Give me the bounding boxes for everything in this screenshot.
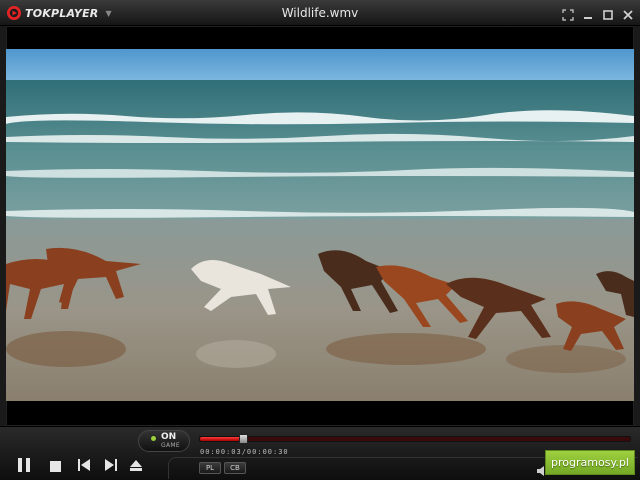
game-label: GAME bbox=[161, 442, 180, 449]
window-controls bbox=[562, 6, 634, 21]
eject-button[interactable] bbox=[128, 458, 144, 472]
maximize-icon[interactable] bbox=[602, 6, 614, 20]
volume-icon[interactable] bbox=[537, 461, 545, 480]
on-label: ON bbox=[161, 432, 177, 442]
eject-icon bbox=[130, 459, 142, 471]
fullscreen-icon[interactable] bbox=[562, 6, 574, 21]
on-game-button[interactable]: ON GAME bbox=[138, 430, 190, 452]
seek-thumb[interactable] bbox=[239, 434, 248, 444]
pause-icon bbox=[18, 458, 30, 472]
cb-button[interactable]: CB bbox=[224, 462, 246, 474]
seek-progress bbox=[200, 437, 243, 441]
close-icon[interactable] bbox=[622, 6, 634, 20]
stop-button[interactable] bbox=[47, 459, 63, 473]
timecode: 00:00:03/00:00:30 bbox=[200, 448, 289, 456]
video-frame-image[interactable] bbox=[6, 49, 634, 401]
pause-button[interactable] bbox=[14, 455, 34, 475]
watermark-badge: programosy.pl bbox=[545, 450, 635, 475]
next-button[interactable] bbox=[103, 458, 119, 472]
stop-icon bbox=[49, 460, 61, 472]
on-indicator-icon bbox=[151, 436, 156, 441]
previous-button[interactable] bbox=[76, 458, 92, 472]
next-icon bbox=[105, 459, 117, 471]
window-title: Wildlife.wmv bbox=[281, 6, 359, 20]
minimize-icon[interactable] bbox=[582, 6, 594, 19]
playlist-button[interactable]: PL bbox=[199, 462, 221, 474]
seek-bar[interactable] bbox=[199, 434, 631, 444]
title-bar: TOKPLAYER ▼ Wildlife.wmv bbox=[0, 0, 640, 26]
previous-icon bbox=[78, 459, 90, 471]
beach-horses-scene bbox=[6, 49, 634, 401]
